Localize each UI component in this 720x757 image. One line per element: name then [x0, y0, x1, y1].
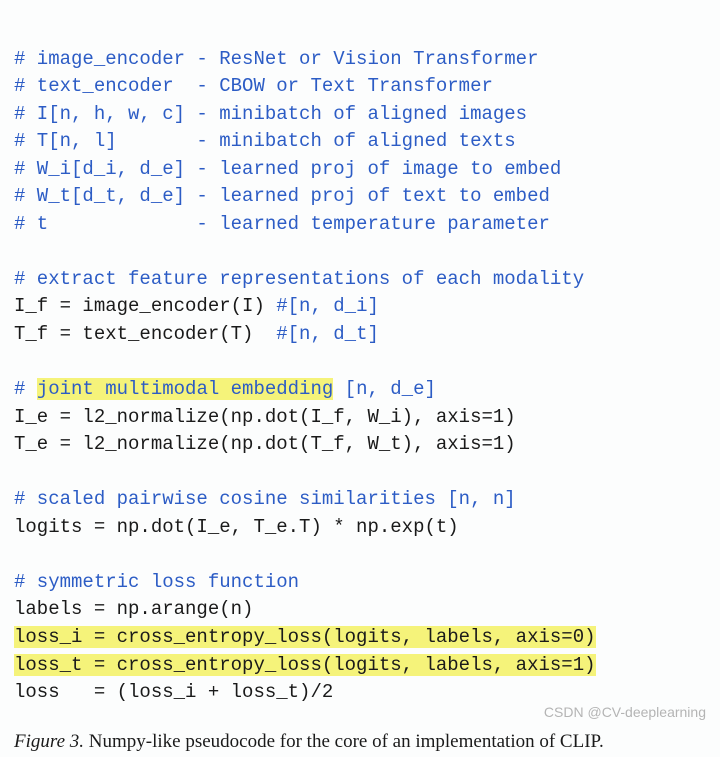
code-line: labels = np.arange(n)	[14, 598, 253, 620]
comment-line: # t - learned temperature parameter	[14, 213, 550, 235]
code-line: T_e = l2_normalize(np.dot(T_f, W_t), axi…	[14, 433, 516, 455]
caption-text: Numpy-like pseudocode for the core of an…	[84, 731, 604, 752]
comment-line: # T[n, l] - minibatch of aligned texts	[14, 130, 516, 152]
inline-comment: #[n, d_t]	[276, 323, 379, 345]
inline-comment: #[n, d_i]	[276, 295, 379, 317]
highlight-line: loss_t = cross_entropy_loss(logits, labe…	[14, 654, 596, 676]
highlight-line: loss_i = cross_entropy_loss(logits, labe…	[14, 626, 596, 648]
pseudocode-block: # image_encoder - ResNet or Vision Trans…	[14, 18, 706, 707]
code-line: I_e = l2_normalize(np.dot(I_f, W_i), axi…	[14, 406, 516, 428]
code-line: logits = np.dot(I_e, T_e.T) * np.exp(t)	[14, 516, 459, 538]
code-line: loss = (loss_i + loss_t)/2	[14, 681, 333, 703]
comment-line: # scaled pairwise cosine similarities [n…	[14, 488, 516, 510]
comment-line: # I[n, h, w, c] - minibatch of aligned i…	[14, 103, 527, 125]
code-line: I_f = image_encoder(I)	[14, 295, 276, 317]
comment-line: # extract feature representations of eac…	[14, 268, 584, 290]
comment-line: # text_encoder - CBOW or Text Transforme…	[14, 75, 493, 97]
figure-label: Figure 3.	[14, 731, 84, 752]
comment-line: # W_t[d_t, d_e] - learned proj of text t…	[14, 185, 550, 207]
code-line: T_f = text_encoder(T)	[14, 323, 276, 345]
comment-line: # image_encoder - ResNet or Vision Trans…	[14, 48, 539, 70]
figure-caption: Figure 3. Numpy-like pseudocode for the …	[14, 729, 706, 755]
comment-line: # joint multimodal embedding [n, d_e]	[14, 378, 436, 400]
comment-line: # symmetric loss function	[14, 571, 299, 593]
comment-line: # W_i[d_i, d_e] - learned proj of image …	[14, 158, 561, 180]
highlight: joint multimodal embedding	[37, 378, 333, 400]
